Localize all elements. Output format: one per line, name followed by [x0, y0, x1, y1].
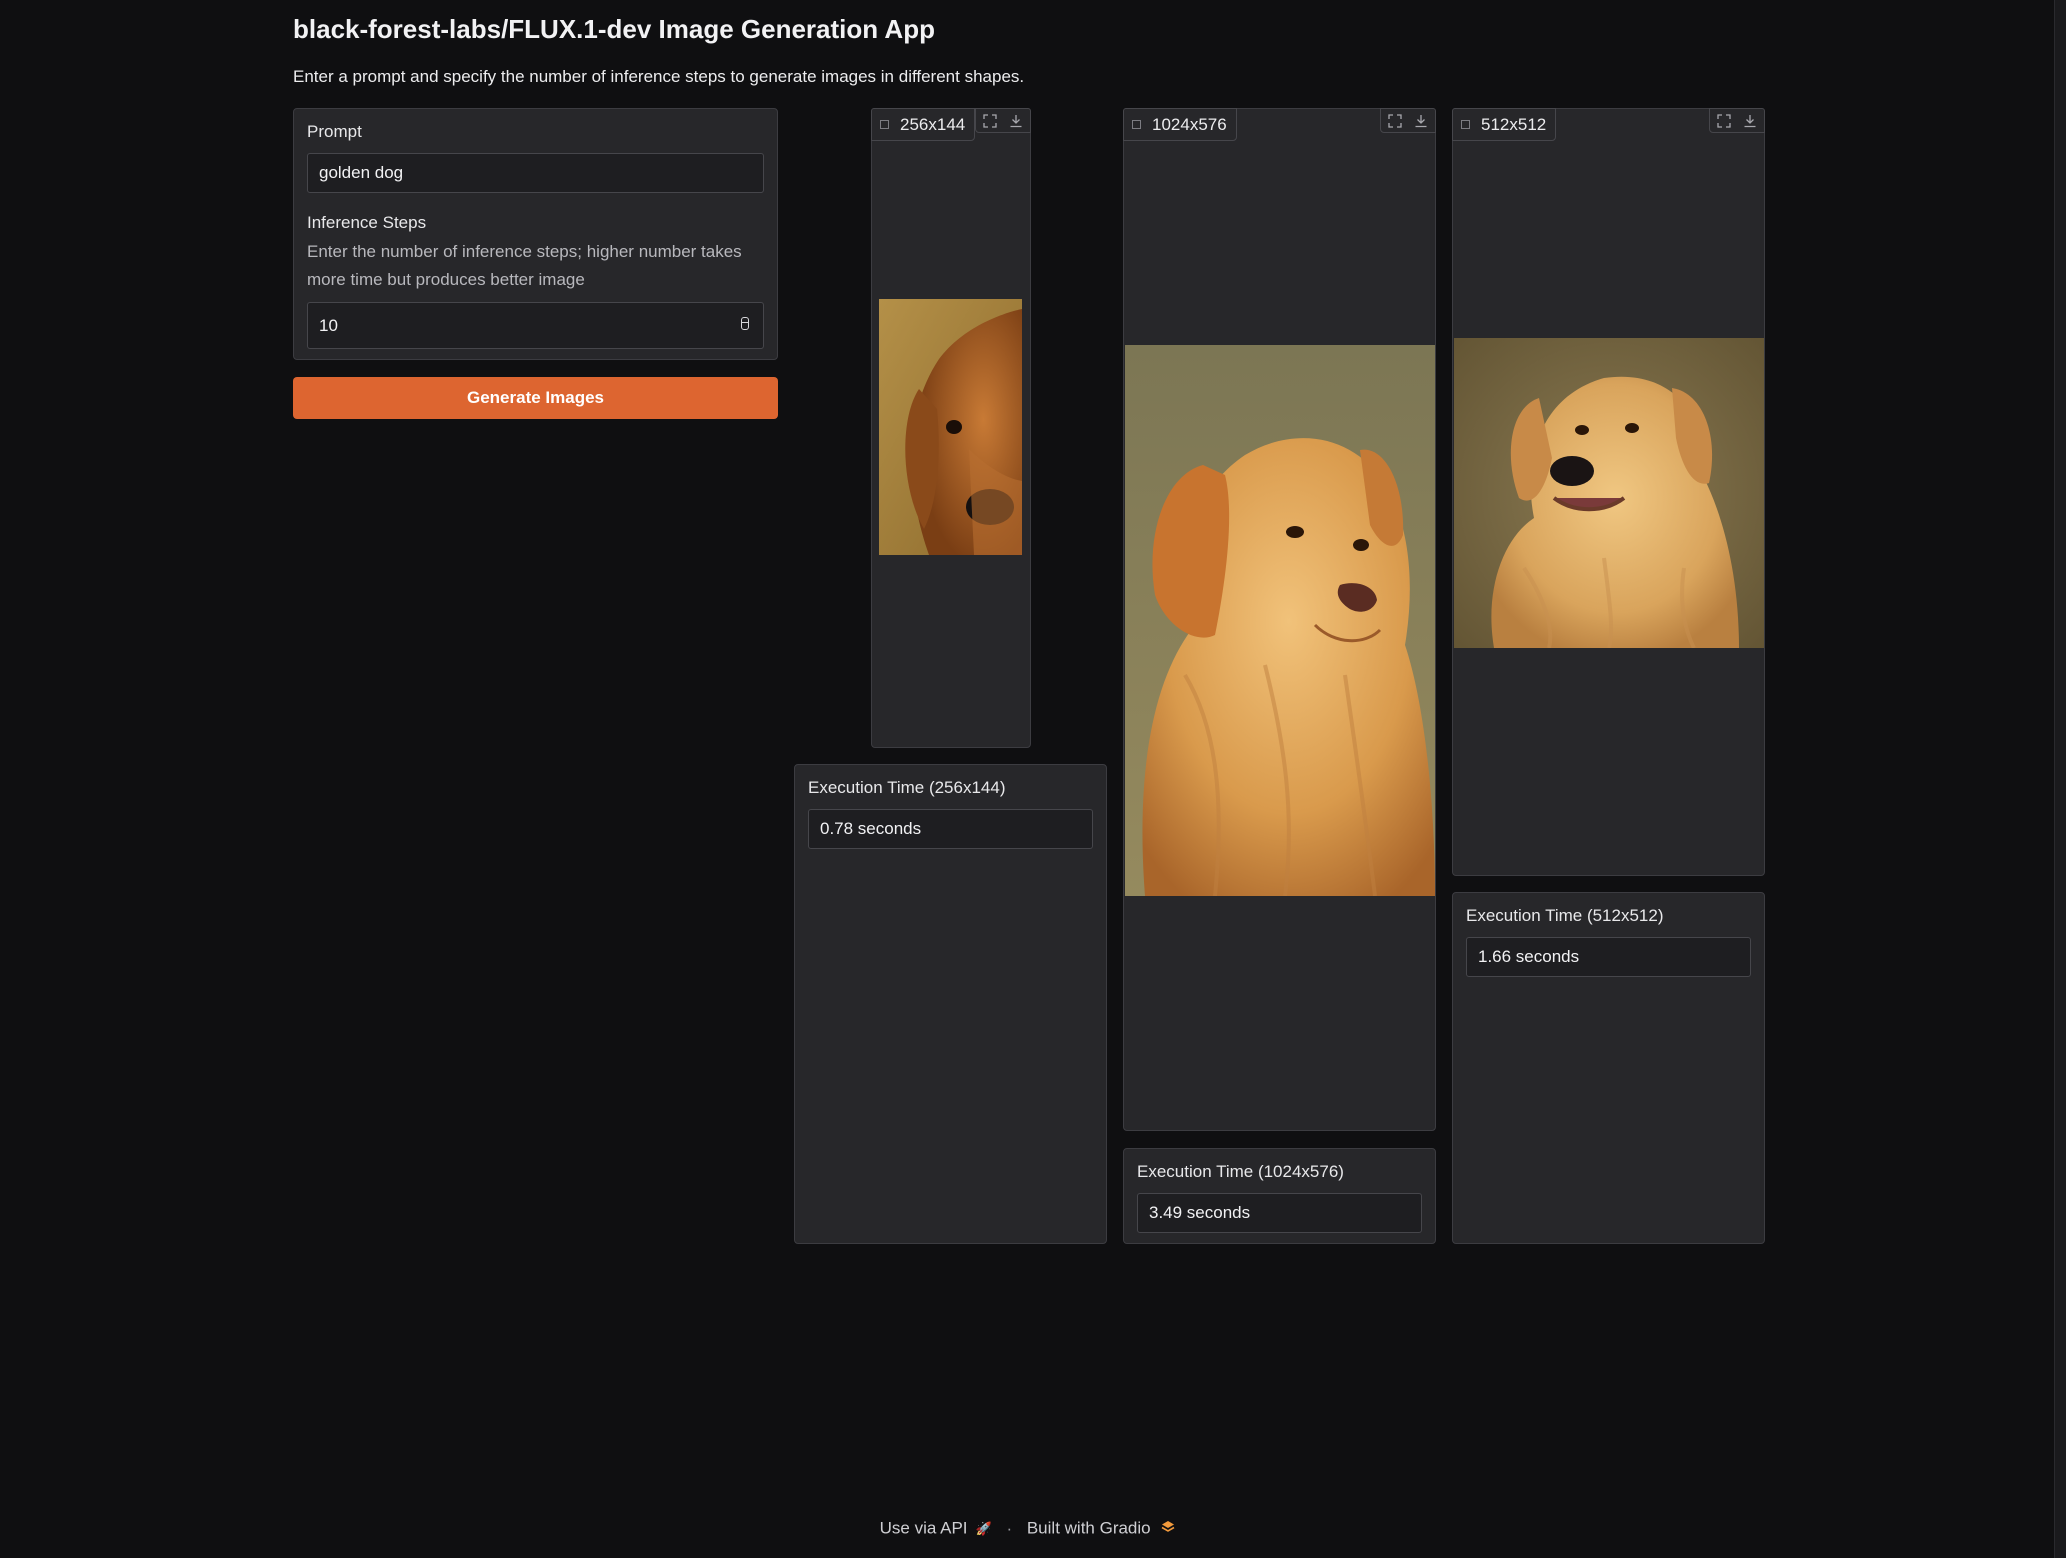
footer-separator: · [1006, 1518, 1013, 1538]
image-label-badge: 256x144 [871, 108, 976, 141]
generate-images-button[interactable]: Generate Images [293, 377, 778, 419]
execution-time-label: Execution Time (256x144) [808, 778, 1006, 797]
execution-time-value: 3.49 seconds [1149, 1203, 1251, 1222]
inference-steps-input[interactable]: 10 [307, 302, 764, 349]
image-output-512x512: 512x512 [1452, 108, 1765, 876]
inference-steps-value: 10 [319, 315, 338, 335]
rocket-icon: 🚀 [975, 1520, 992, 1536]
image-icon [1132, 120, 1141, 129]
use-via-api-link[interactable]: Use via API [880, 1519, 968, 1538]
generated-image [879, 299, 1022, 555]
prompt-label: Prompt [307, 122, 362, 141]
execution-time-512x512-panel: Execution Time (512x512) 1.66 seconds [1452, 892, 1765, 1244]
download-icon[interactable] [1411, 111, 1431, 131]
gradio-logo [1161, 1519, 1175, 1539]
fullscreen-icon[interactable] [980, 111, 1000, 131]
download-icon[interactable] [1740, 111, 1760, 131]
generated-image [1454, 338, 1764, 648]
execution-time-field[interactable]: 1.66 seconds [1466, 937, 1751, 977]
execution-time-256x144-panel: Execution Time (256x144) 0.78 seconds [794, 764, 1107, 1244]
fullscreen-icon[interactable] [1385, 111, 1405, 131]
execution-time-value: 0.78 seconds [820, 819, 922, 838]
built-with-gradio-link[interactable]: Built with Gradio [1027, 1519, 1151, 1538]
image-label: 512x512 [1481, 114, 1547, 134]
inference-steps-label: Inference Steps [307, 213, 427, 232]
fullscreen-icon[interactable] [1714, 111, 1734, 131]
prompt-input[interactable] [307, 153, 764, 193]
inference-steps-info-line1: Enter the number of inference steps; hig… [307, 242, 742, 261]
footer: Use via API 🚀 · Built with Gradio [0, 1518, 2055, 1539]
image-toolbar [975, 108, 1031, 133]
execution-time-field[interactable]: 3.49 seconds [1137, 1193, 1422, 1233]
image-label: 256x144 [900, 114, 966, 134]
generated-image [1125, 345, 1435, 896]
image-label: 1024x576 [1152, 114, 1227, 134]
image-toolbar [1380, 108, 1436, 133]
download-icon[interactable] [1006, 111, 1026, 131]
execution-time-field[interactable]: 0.78 seconds [808, 809, 1093, 849]
execution-time-value: 1.66 seconds [1478, 947, 1580, 966]
inference-steps-info-line2: more time but produces better image [307, 270, 585, 289]
page-title: black-forest-labs/FLUX.1-dev Image Gener… [293, 14, 935, 44]
image-icon [1461, 120, 1470, 129]
image-output-256x144: 256x144 [871, 108, 1031, 748]
execution-time-label: Execution Time (512x512) [1466, 906, 1664, 925]
window-edge [2054, 0, 2066, 1558]
image-toolbar [1709, 108, 1765, 133]
image-label-badge: 512x512 [1452, 108, 1557, 141]
image-output-1024x576: 1024x576 [1123, 108, 1436, 1131]
execution-time-label: Execution Time (1024x576) [1137, 1162, 1344, 1181]
image-icon [880, 120, 889, 129]
image-label-badge: 1024x576 [1123, 108, 1237, 141]
number-stepper-icon[interactable] [741, 317, 749, 330]
execution-time-1024x576-panel: Execution Time (1024x576) 3.49 seconds [1123, 1148, 1436, 1244]
page-description: Enter a prompt and specify the number of… [293, 67, 1025, 86]
input-panel: Prompt Inference Steps Enter the number … [293, 108, 778, 360]
